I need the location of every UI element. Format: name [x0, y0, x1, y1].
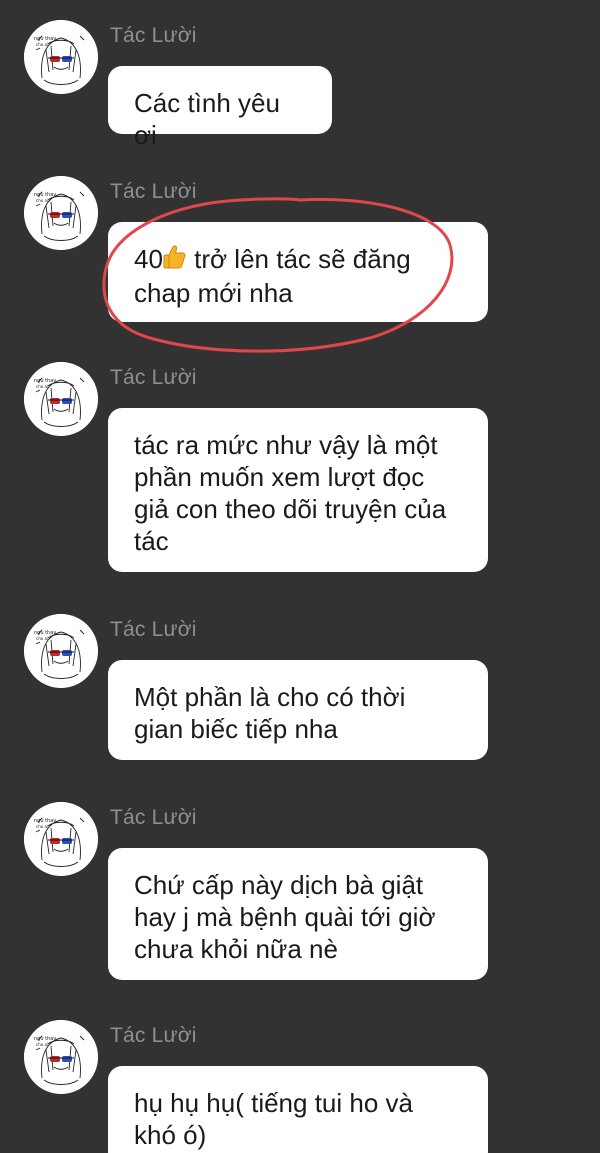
avatar-image [24, 176, 98, 250]
avatar-image [24, 802, 98, 876]
sender-name: Tác Lười [110, 1024, 197, 1047]
sender-avatar[interactable] [24, 802, 98, 876]
sender-name: Tác Lười [110, 180, 197, 203]
sender-name: Tác Lười [110, 24, 197, 47]
sender-avatar[interactable] [24, 176, 98, 250]
sender-avatar[interactable] [24, 20, 98, 94]
message-text: Một phần là cho có thời gian biếc tiếp n… [134, 682, 406, 744]
sender-avatar[interactable] [24, 362, 98, 436]
thumbs-up-icon [163, 244, 187, 277]
message-bubble[interactable]: tác ra mức như vậy là một phần muốn xem … [108, 408, 488, 572]
avatar-image [24, 20, 98, 94]
chat-thread: Tác Lười Các tình yêu ơi Tác Lười 40 trở… [0, 0, 600, 1153]
message-text: tác ra mức như vậy là một phần muốn xem … [134, 430, 447, 556]
message-text: Các tình yêu ơi [134, 88, 280, 150]
sender-name: Tác Lười [110, 366, 197, 389]
sender-avatar[interactable] [24, 1020, 98, 1094]
sender-avatar[interactable] [24, 614, 98, 688]
message-bubble[interactable]: 40 trở lên tác sẽ đăng chap mới nha [108, 222, 488, 322]
highlight-ring-annotation [102, 197, 454, 353]
message-text: hụ hụ hụ( tiếng tui ho và khó ó) [134, 1088, 413, 1150]
message-bubble[interactable]: Các tình yêu ơi [108, 66, 332, 150]
avatar-image [24, 614, 98, 688]
sender-name: Tác Lười [110, 618, 197, 641]
message-bubble[interactable]: Một phần là cho có thời gian biếc tiếp n… [108, 660, 488, 760]
message-bubble[interactable]: Chứ cấp này dịch bà giật hay j mà bệnh q… [108, 848, 488, 980]
message-text-prefix: 40 [134, 244, 163, 274]
avatar-image [24, 1020, 98, 1094]
message-bubble[interactable]: hụ hụ hụ( tiếng tui ho và khó ó) [108, 1066, 488, 1153]
avatar-image [24, 362, 98, 436]
sender-name: Tác Lười [110, 806, 197, 829]
message-text: Chứ cấp này dịch bà giật hay j mà bệnh q… [134, 870, 436, 964]
